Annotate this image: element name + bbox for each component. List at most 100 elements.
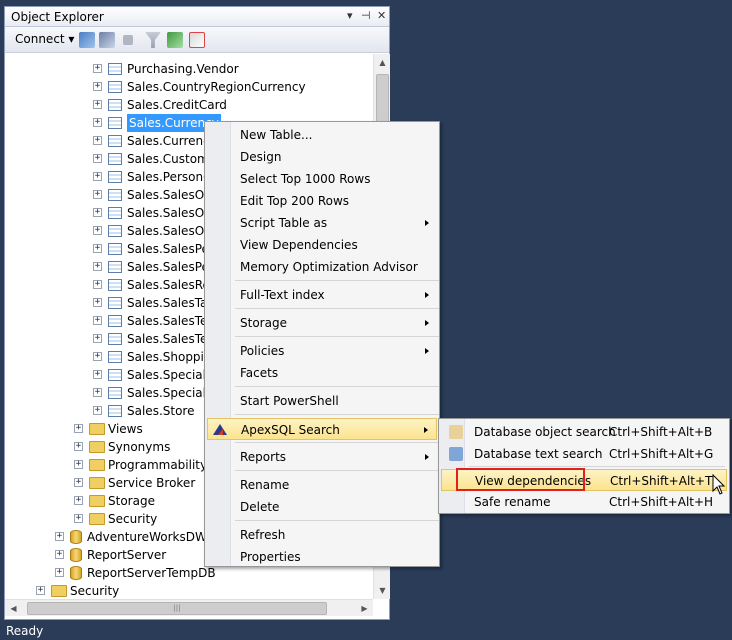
menu-item-edit-top-200-rows[interactable]: Edit Top 200 Rows bbox=[207, 190, 437, 212]
menu-item-start-powershell[interactable]: Start PowerShell bbox=[207, 390, 437, 412]
expand-icon[interactable]: + bbox=[93, 190, 102, 199]
scroll-up-arrow-icon[interactable]: ▲ bbox=[374, 54, 391, 71]
menu-item-refresh[interactable]: Refresh bbox=[207, 524, 437, 546]
expand-icon[interactable]: + bbox=[93, 316, 102, 325]
menu-item-rename[interactable]: Rename bbox=[207, 474, 437, 496]
horizontal-scrollbar[interactable]: ◀ ||| ▶ bbox=[5, 599, 373, 616]
menu-item-view-dependencies[interactable]: View Dependencies bbox=[207, 234, 437, 256]
submenu-item-safe-rename[interactable]: Safe rename Ctrl+Shift+Alt+H bbox=[441, 491, 727, 513]
status-text: Ready bbox=[6, 624, 44, 638]
menu-item-storage[interactable]: Storage bbox=[207, 312, 437, 334]
panel-toolbar: Connect ▾ bbox=[5, 27, 389, 53]
submenu-arrow-icon bbox=[425, 454, 429, 460]
expand-icon[interactable]: + bbox=[93, 172, 102, 181]
expand-icon[interactable]: + bbox=[93, 208, 102, 217]
menu-item-label: Rename bbox=[240, 478, 290, 492]
menu-item-facets[interactable]: Facets bbox=[207, 362, 437, 384]
expand-icon[interactable]: + bbox=[93, 64, 102, 73]
menu-item-full-text-index[interactable]: Full-Text index bbox=[207, 284, 437, 306]
expand-icon[interactable]: + bbox=[74, 514, 83, 523]
menu-item-label: Design bbox=[240, 150, 282, 164]
expand-icon[interactable]: + bbox=[93, 136, 102, 145]
expand-icon[interactable]: + bbox=[93, 118, 102, 127]
menu-item-select-top-1000-rows[interactable]: Select Top 1000 Rows bbox=[207, 168, 437, 190]
object-search-icon bbox=[449, 425, 463, 439]
panel-titlebar: Object Explorer ▾ ⊣ ✕ bbox=[5, 7, 389, 27]
table-node[interactable]: + Sales.CountryRegionCurrency bbox=[5, 78, 373, 96]
expand-icon[interactable]: + bbox=[93, 334, 102, 343]
connect-button[interactable]: Connect ▾ bbox=[15, 32, 74, 46]
menu-item-design[interactable]: Design bbox=[207, 146, 437, 168]
submenu-arrow-icon bbox=[425, 320, 429, 326]
delete-filter-icon[interactable] bbox=[189, 32, 205, 48]
close-icon[interactable]: ✕ bbox=[377, 9, 386, 22]
filter-icon[interactable] bbox=[145, 32, 161, 48]
refresh-icon[interactable] bbox=[167, 32, 183, 48]
tree-node-label: Sales.Custome bbox=[127, 152, 217, 166]
table-icon bbox=[108, 225, 122, 237]
table-icon bbox=[108, 369, 122, 381]
expand-icon[interactable]: + bbox=[93, 262, 102, 271]
table-node[interactable]: + Sales.CreditCard bbox=[5, 96, 373, 114]
expand-icon[interactable]: + bbox=[74, 442, 83, 451]
submenu-item-database-object-search[interactable]: Database object search Ctrl+Shift+Alt+B bbox=[441, 421, 727, 443]
submenu-arrow-icon bbox=[425, 292, 429, 298]
menu-item-reports[interactable]: Reports bbox=[207, 446, 437, 468]
table-icon bbox=[108, 279, 122, 291]
submenu-item-database-text-search[interactable]: Database text search Ctrl+Shift+Alt+G bbox=[441, 443, 727, 465]
expand-icon[interactable]: + bbox=[55, 532, 64, 541]
menu-item-apexsql-search[interactable]: ApexSQL Search bbox=[207, 418, 437, 440]
menu-item-new-table[interactable]: New Table... bbox=[207, 124, 437, 146]
database-icon bbox=[70, 530, 82, 544]
menu-separator bbox=[235, 386, 439, 387]
expand-icon[interactable]: + bbox=[93, 226, 102, 235]
expand-icon[interactable]: + bbox=[74, 478, 83, 487]
folder-icon bbox=[89, 477, 105, 489]
disconnect-icon[interactable] bbox=[99, 32, 115, 48]
expand-icon[interactable]: + bbox=[55, 568, 64, 577]
table-icon bbox=[108, 171, 122, 183]
tree-node-label: Synonyms bbox=[108, 440, 171, 454]
expand-icon[interactable]: + bbox=[36, 586, 45, 595]
menu-separator bbox=[469, 466, 725, 467]
expand-icon[interactable]: + bbox=[74, 424, 83, 433]
folder-icon bbox=[89, 423, 105, 435]
expand-icon[interactable]: + bbox=[93, 406, 102, 415]
expand-icon[interactable]: + bbox=[93, 154, 102, 163]
table-icon bbox=[108, 333, 122, 345]
table-node[interactable]: + Purchasing.Vendor bbox=[5, 60, 373, 78]
scroll-right-arrow-icon[interactable]: ▶ bbox=[356, 600, 373, 617]
tree-node-label: Views bbox=[108, 422, 143, 436]
scroll-left-arrow-icon[interactable]: ◀ bbox=[5, 600, 22, 617]
table-icon bbox=[108, 153, 122, 165]
submenu-arrow-icon bbox=[425, 220, 429, 226]
folder-node[interactable]: + Security bbox=[5, 582, 373, 599]
menu-item-script-table-as[interactable]: Script Table as bbox=[207, 212, 437, 234]
table-icon bbox=[108, 351, 122, 363]
menu-item-label: Full-Text index bbox=[240, 288, 325, 302]
expand-icon[interactable]: + bbox=[93, 82, 102, 91]
window-position-icon[interactable]: ▾ bbox=[347, 9, 353, 22]
expand-icon[interactable]: + bbox=[55, 550, 64, 559]
expand-icon[interactable]: + bbox=[93, 244, 102, 253]
expand-icon[interactable]: + bbox=[93, 352, 102, 361]
expand-icon[interactable]: + bbox=[93, 370, 102, 379]
expand-icon[interactable]: + bbox=[93, 388, 102, 397]
stop-icon[interactable] bbox=[123, 35, 133, 45]
submenu-item-label: Database object search bbox=[474, 425, 616, 439]
expand-icon[interactable]: + bbox=[74, 496, 83, 505]
submenu-arrow-icon bbox=[424, 427, 428, 433]
auto-hide-pin-icon[interactable]: ⊣ bbox=[361, 9, 371, 22]
menu-item-delete[interactable]: Delete bbox=[207, 496, 437, 518]
horizontal-scroll-thumb[interactable]: ||| bbox=[27, 602, 327, 615]
menu-item-properties[interactable]: Properties bbox=[207, 546, 437, 568]
connect-object-explorer-icon[interactable] bbox=[79, 32, 95, 48]
scroll-down-arrow-icon[interactable]: ▼ bbox=[374, 582, 391, 599]
folder-icon bbox=[89, 495, 105, 507]
expand-icon[interactable]: + bbox=[93, 298, 102, 307]
menu-item-policies[interactable]: Policies bbox=[207, 340, 437, 362]
expand-icon[interactable]: + bbox=[74, 460, 83, 469]
menu-item-memory-optimization-advisor[interactable]: Memory Optimization Advisor bbox=[207, 256, 437, 278]
expand-icon[interactable]: + bbox=[93, 100, 102, 109]
expand-icon[interactable]: + bbox=[93, 280, 102, 289]
